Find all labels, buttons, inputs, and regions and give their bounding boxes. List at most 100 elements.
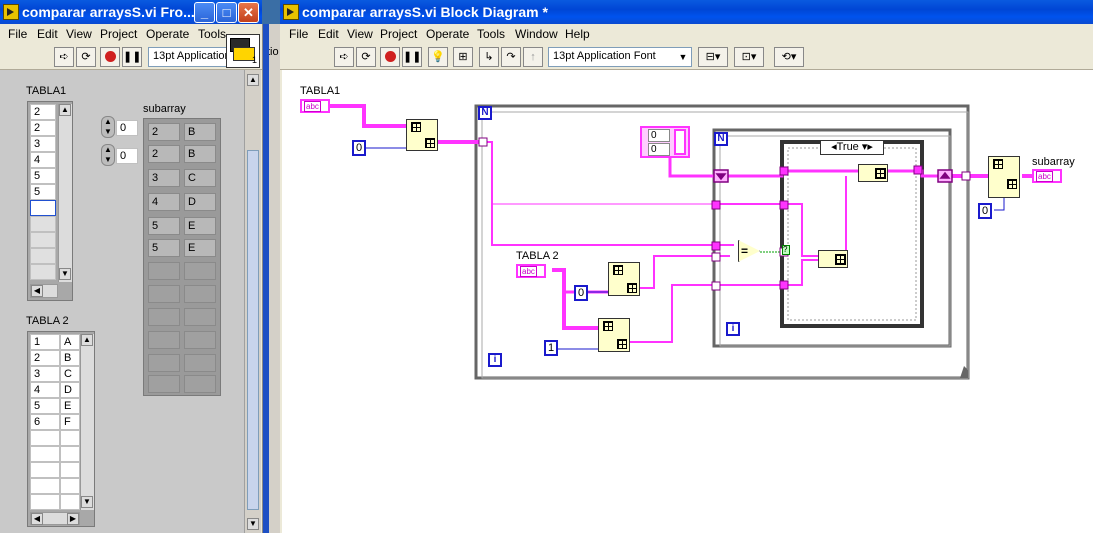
outer-for-loop[interactable]	[474, 104, 970, 380]
index-field-1[interactable]: 0	[116, 148, 138, 164]
tabla2-cell-empty[interactable]	[60, 462, 80, 478]
step-into-icon[interactable]: ↳	[479, 47, 499, 67]
tabla2-cell-empty[interactable]	[30, 462, 60, 478]
tabla1-cell-3[interactable]: 4	[30, 152, 56, 168]
tabla2-cell[interactable]: 5	[30, 398, 60, 414]
const-one[interactable]: 1	[544, 340, 558, 356]
tabla1-cell-empty[interactable]	[30, 264, 56, 280]
scroll-thumb[interactable]	[247, 150, 259, 510]
tabla1-cell-empty[interactable]	[30, 200, 56, 216]
scroll-down-icon[interactable]: ▼	[247, 518, 259, 530]
menu-tools[interactable]: Tools	[198, 27, 226, 41]
menu-window[interactable]: Window	[515, 27, 558, 41]
tabla1-cell-5[interactable]: 5	[30, 184, 56, 200]
tabla2-cell-empty[interactable]	[60, 478, 80, 494]
index-array-node-1[interactable]	[406, 119, 438, 151]
array-element[interactable]	[674, 129, 686, 155]
menu-project[interactable]: Project	[100, 27, 137, 41]
array-index-a[interactable]: 0	[648, 129, 670, 142]
tabla2-cell-empty[interactable]	[30, 478, 60, 494]
tabla1-cell-empty[interactable]	[30, 232, 56, 248]
index-spinner-0[interactable]: ▲ ▼	[101, 116, 115, 138]
menu-view[interactable]: View	[347, 27, 373, 41]
inner-for-loop[interactable]	[712, 128, 952, 348]
font-selector[interactable]: 13pt Application	[148, 47, 228, 67]
const-zero-c[interactable]: 0	[978, 203, 992, 219]
scroll-right-icon[interactable]: ▶	[67, 513, 79, 525]
case-selector[interactable]: ◂True ▾▸	[820, 140, 884, 155]
scroll-down-icon[interactable]: ▼	[81, 496, 93, 508]
retain-wire-values-icon[interactable]: ⊞	[453, 47, 473, 67]
tabla2-cell-empty[interactable]	[30, 430, 60, 446]
tabla2-cell[interactable]: 1	[30, 334, 60, 350]
tabla2-cell[interactable]: C	[60, 366, 80, 382]
tabla1-cell-2[interactable]: 3	[30, 136, 56, 152]
scroll-up-icon[interactable]: ▲	[59, 104, 71, 116]
font-selector[interactable]: 13pt Application Font	[548, 47, 692, 67]
array-subset-node-a[interactable]	[858, 164, 888, 182]
tabla2-cell[interactable]: B	[60, 350, 80, 366]
highlight-execution-icon[interactable]: 💡	[428, 47, 448, 67]
run-arrow-icon[interactable]: ➪	[334, 47, 354, 67]
array-constant[interactable]: 0 0	[640, 126, 690, 158]
index-array-node-2[interactable]	[608, 262, 640, 296]
menu-edit[interactable]: Edit	[37, 27, 58, 41]
scroll-down-icon[interactable]: ▼	[59, 268, 71, 280]
scroll-up-icon[interactable]: ▲	[247, 74, 259, 86]
front-panel-vscrollbar[interactable]: ▲ ▼	[244, 70, 261, 533]
abort-icon[interactable]	[380, 47, 400, 67]
tabla2-terminal[interactable]: abc	[516, 264, 546, 278]
run-continuously-icon[interactable]: ⟳	[356, 47, 376, 67]
tabla1-hscrollbar[interactable]: ◀	[30, 284, 58, 298]
pause-icon[interactable]: ❚❚	[402, 47, 422, 67]
close-button[interactable]: ✕	[238, 2, 259, 23]
tabla2-cell-empty[interactable]	[30, 446, 60, 462]
menu-tools[interactable]: Tools	[477, 27, 505, 41]
tabla2-hscrollbar[interactable]: ◀ ▶	[30, 512, 80, 525]
tabla1-cell-0[interactable]: 2	[30, 104, 56, 120]
run-continuously-icon[interactable]: ⟳	[76, 47, 96, 67]
tabla2-cell-empty[interactable]	[60, 430, 80, 446]
menu-operate[interactable]: Operate	[426, 27, 469, 41]
scroll-up-icon[interactable]: ▲	[81, 334, 93, 346]
tabla2-cell-empty[interactable]	[30, 494, 60, 510]
menu-edit[interactable]: Edit	[318, 27, 339, 41]
case-next-icon[interactable]: ▸	[867, 141, 873, 153]
menu-view[interactable]: View	[66, 27, 92, 41]
tabla2-cell[interactable]: 4	[30, 382, 60, 398]
block-diagram-titlebar[interactable]: comparar arraysS.vi Block Diagram *	[280, 0, 1093, 24]
menu-help[interactable]: Help	[565, 27, 590, 41]
scroll-left-icon[interactable]: ◀	[31, 285, 43, 297]
tabla2-vscrollbar[interactable]: ▲ ▼	[80, 334, 94, 510]
tabla2-cell-empty[interactable]	[60, 446, 80, 462]
outer-loop-count-terminal[interactable]: N	[478, 106, 492, 120]
index-field-0[interactable]: 0	[116, 120, 138, 136]
reorder-icon[interactable]: ⟲▾	[774, 47, 804, 67]
tabla2-cell[interactable]: D	[60, 382, 80, 398]
run-arrow-icon[interactable]: ➪	[54, 47, 74, 67]
inner-loop-count-terminal[interactable]: N	[714, 132, 728, 146]
tabla1-cell-1[interactable]: 2	[30, 120, 56, 136]
distribute-objects-icon[interactable]: ⊡▾	[734, 47, 764, 67]
menu-project[interactable]: Project	[380, 27, 417, 41]
minimize-button[interactable]: _	[194, 2, 215, 23]
const-zero-b[interactable]: 0	[574, 285, 588, 301]
maximize-button[interactable]: □	[216, 2, 237, 23]
tabla2-cell[interactable]: 6	[30, 414, 60, 430]
subarray-terminal[interactable]: abc	[1032, 169, 1062, 183]
array-subset-node-b[interactable]	[818, 250, 848, 268]
tabla2-cell[interactable]: 3	[30, 366, 60, 382]
menu-operate[interactable]: Operate	[146, 27, 189, 41]
tabla2-cell[interactable]: A	[60, 334, 80, 350]
align-objects-icon[interactable]: ⊟▾	[698, 47, 728, 67]
tabla2-cell[interactable]: F	[60, 414, 80, 430]
pause-icon[interactable]: ❚❚	[122, 47, 142, 67]
tabla1-cell-empty[interactable]	[30, 248, 56, 264]
scroll-left-icon[interactable]: ◀	[31, 513, 43, 525]
const-zero-a[interactable]: 0	[352, 140, 366, 156]
front-panel-titlebar[interactable]: comparar arraysS.vi Fro... _ □ ✕	[0, 0, 262, 24]
tabla1-cell-4[interactable]: 5	[30, 168, 56, 184]
tabla2-cell-empty[interactable]	[60, 494, 80, 510]
tabla1-vscrollbar[interactable]: ▲ ▼	[58, 104, 72, 282]
index-array-node-4[interactable]	[988, 156, 1020, 198]
